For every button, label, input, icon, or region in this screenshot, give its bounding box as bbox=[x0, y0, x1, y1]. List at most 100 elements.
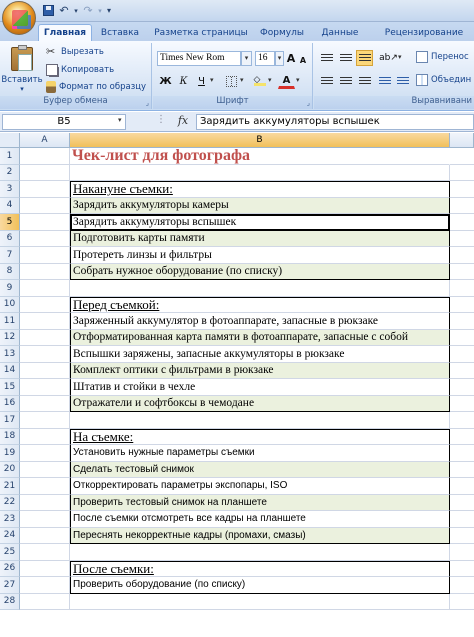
cell-c[interactable] bbox=[450, 412, 474, 429]
cell-a[interactable] bbox=[20, 445, 70, 462]
select-all-corner[interactable] bbox=[0, 133, 20, 148]
checklist-cell[interactable]: Комплект оптики с фильтрами в рюкзаке bbox=[70, 362, 450, 379]
checklist-cell[interactable]: Заряженный аккумулятор в фотоаппарате, з… bbox=[70, 313, 450, 330]
cell-a[interactable] bbox=[20, 346, 70, 363]
borders-icon[interactable] bbox=[223, 73, 240, 89]
cell-a[interactable] bbox=[20, 296, 70, 313]
cell-a[interactable] bbox=[20, 395, 70, 412]
cell-a[interactable] bbox=[20, 478, 70, 495]
font-color-button[interactable]: A bbox=[278, 73, 295, 89]
cell-c[interactable] bbox=[450, 577, 474, 594]
row-header[interactable]: 1 bbox=[0, 148, 20, 165]
row-header[interactable]: 15 bbox=[0, 379, 20, 396]
cell-c[interactable] bbox=[450, 429, 474, 445]
paste-button[interactable]: Вставить ▾ bbox=[1, 45, 43, 93]
grow-font-icon[interactable]: A bbox=[285, 50, 297, 66]
cell-c[interactable] bbox=[450, 445, 474, 462]
cell-a[interactable] bbox=[20, 560, 70, 577]
cell-c[interactable] bbox=[450, 363, 474, 379]
cell-c[interactable] bbox=[450, 379, 474, 396]
cell-c[interactable] bbox=[450, 214, 474, 231]
cell-c[interactable] bbox=[450, 346, 474, 363]
active-cell[interactable]: Зарядить аккумуляторы вспышек bbox=[70, 214, 450, 231]
row-header[interactable]: 20 bbox=[0, 461, 20, 478]
checklist-cell[interactable]: Штатив и стойки в чехле bbox=[70, 379, 450, 396]
checklist-cell[interactable]: Протереть линзы и фильтры bbox=[70, 247, 450, 264]
font-size-select[interactable]: 16 bbox=[255, 51, 275, 66]
cell-c[interactable] bbox=[450, 247, 474, 264]
checklist-cell[interactable]: Подготовить карты памяти bbox=[70, 230, 450, 247]
cell-c[interactable] bbox=[450, 495, 474, 511]
align-left-icon[interactable] bbox=[318, 73, 335, 89]
row-header[interactable]: 9 bbox=[0, 280, 20, 297]
cell-c[interactable] bbox=[450, 165, 474, 181]
cell-a[interactable] bbox=[20, 181, 70, 198]
cut-button[interactable]: ✂ Вырезать bbox=[46, 45, 104, 58]
cell-c[interactable] bbox=[450, 264, 474, 280]
row-header[interactable]: 25 bbox=[0, 544, 20, 561]
checklist-cell[interactable] bbox=[70, 593, 450, 610]
bold-button[interactable]: Ж bbox=[157, 73, 174, 89]
align-center-icon[interactable] bbox=[337, 73, 354, 89]
cell-a[interactable] bbox=[20, 577, 70, 594]
cell-a[interactable] bbox=[20, 214, 70, 231]
cell-c[interactable] bbox=[450, 297, 474, 313]
checklist-cell[interactable]: Проверить тестовый снимок на планшете bbox=[70, 494, 450, 511]
checklist-cell[interactable]: Отражатели и софтбоксы в чемодане bbox=[70, 395, 450, 412]
underline-button[interactable]: Ч bbox=[193, 73, 210, 89]
tab-formulas[interactable]: Формулы bbox=[256, 24, 308, 41]
orientation-dropdown-icon[interactable]: ▾ bbox=[398, 53, 402, 61]
cell-c[interactable] bbox=[450, 478, 474, 495]
cell-c[interactable] bbox=[450, 330, 474, 346]
row-header[interactable]: 26 bbox=[0, 560, 20, 577]
section-header-cell[interactable]: Накануне съемки: bbox=[70, 181, 450, 198]
decrease-indent-icon[interactable] bbox=[376, 73, 393, 89]
tab-home[interactable]: Главная bbox=[38, 24, 92, 41]
underline-dropdown-icon[interactable]: ▾ bbox=[210, 76, 214, 84]
row-header[interactable]: 21 bbox=[0, 478, 20, 495]
row-header[interactable]: 16 bbox=[0, 395, 20, 412]
tab-review[interactable]: Рецензирование bbox=[374, 24, 474, 41]
column-header-c[interactable] bbox=[450, 133, 474, 148]
column-header-b[interactable]: B bbox=[70, 133, 450, 148]
shrink-font-icon[interactable]: A bbox=[297, 52, 309, 68]
row-header[interactable]: 2 bbox=[0, 164, 20, 181]
formula-input[interactable]: Зарядить аккумуляторы вспышек bbox=[196, 114, 474, 130]
undo-dropdown-icon[interactable]: ▾ bbox=[72, 3, 80, 18]
font-launcher-icon[interactable]: ⌟ bbox=[307, 99, 310, 107]
increase-indent-icon[interactable] bbox=[394, 73, 411, 89]
align-middle-icon[interactable] bbox=[337, 50, 354, 66]
cell-c[interactable] bbox=[450, 313, 474, 330]
checklist-cell[interactable]: Зарядить аккумуляторы камеры bbox=[70, 197, 450, 214]
tab-page-layout[interactable]: Разметка страницы bbox=[148, 24, 254, 41]
wrap-text-button[interactable]: Перенос bbox=[416, 51, 469, 63]
checklist-cell[interactable]: Сделать тестовый снимок bbox=[70, 461, 450, 478]
insert-function-button[interactable]: fx bbox=[174, 114, 192, 130]
row-header[interactable]: 28 bbox=[0, 593, 20, 610]
section-header-cell[interactable]: После съемки: bbox=[70, 560, 450, 577]
format-painter-button[interactable]: Формат по образцу bbox=[46, 81, 146, 93]
row-header[interactable]: 27 bbox=[0, 577, 20, 594]
cell-c[interactable] bbox=[450, 544, 474, 561]
font-color-dropdown-icon[interactable]: ▾ bbox=[296, 76, 300, 84]
spreadsheet-grid[interactable]: A B 1 Чек-лист для фотографа 2 3 Накануне съ… bbox=[0, 133, 474, 637]
name-box[interactable]: B5 bbox=[2, 114, 126, 130]
checklist-cell[interactable] bbox=[70, 280, 450, 297]
align-top-icon[interactable] bbox=[318, 50, 335, 66]
checklist-cell[interactable]: Установить нужные параметры съемки bbox=[70, 445, 450, 462]
cell-a[interactable] bbox=[20, 511, 70, 528]
row-header[interactable]: 3 bbox=[0, 181, 20, 198]
redo-icon[interactable]: ↷ bbox=[80, 3, 96, 18]
cell-a[interactable] bbox=[20, 313, 70, 330]
cell-a[interactable] bbox=[20, 428, 70, 445]
cell-c[interactable] bbox=[450, 148, 474, 165]
row-header[interactable]: 14 bbox=[0, 362, 20, 379]
cell-a[interactable] bbox=[20, 197, 70, 214]
row-header[interactable]: 22 bbox=[0, 494, 20, 511]
fill-color-icon[interactable]: ◇ bbox=[251, 73, 268, 89]
clipboard-launcher-icon[interactable]: ⌟ bbox=[146, 99, 149, 107]
row-header[interactable]: 11 bbox=[0, 313, 20, 330]
cell-c[interactable] bbox=[450, 181, 474, 198]
cell-c[interactable] bbox=[450, 594, 474, 610]
checklist-cell[interactable]: Собрать нужное оборудование (по списку) bbox=[70, 263, 450, 280]
